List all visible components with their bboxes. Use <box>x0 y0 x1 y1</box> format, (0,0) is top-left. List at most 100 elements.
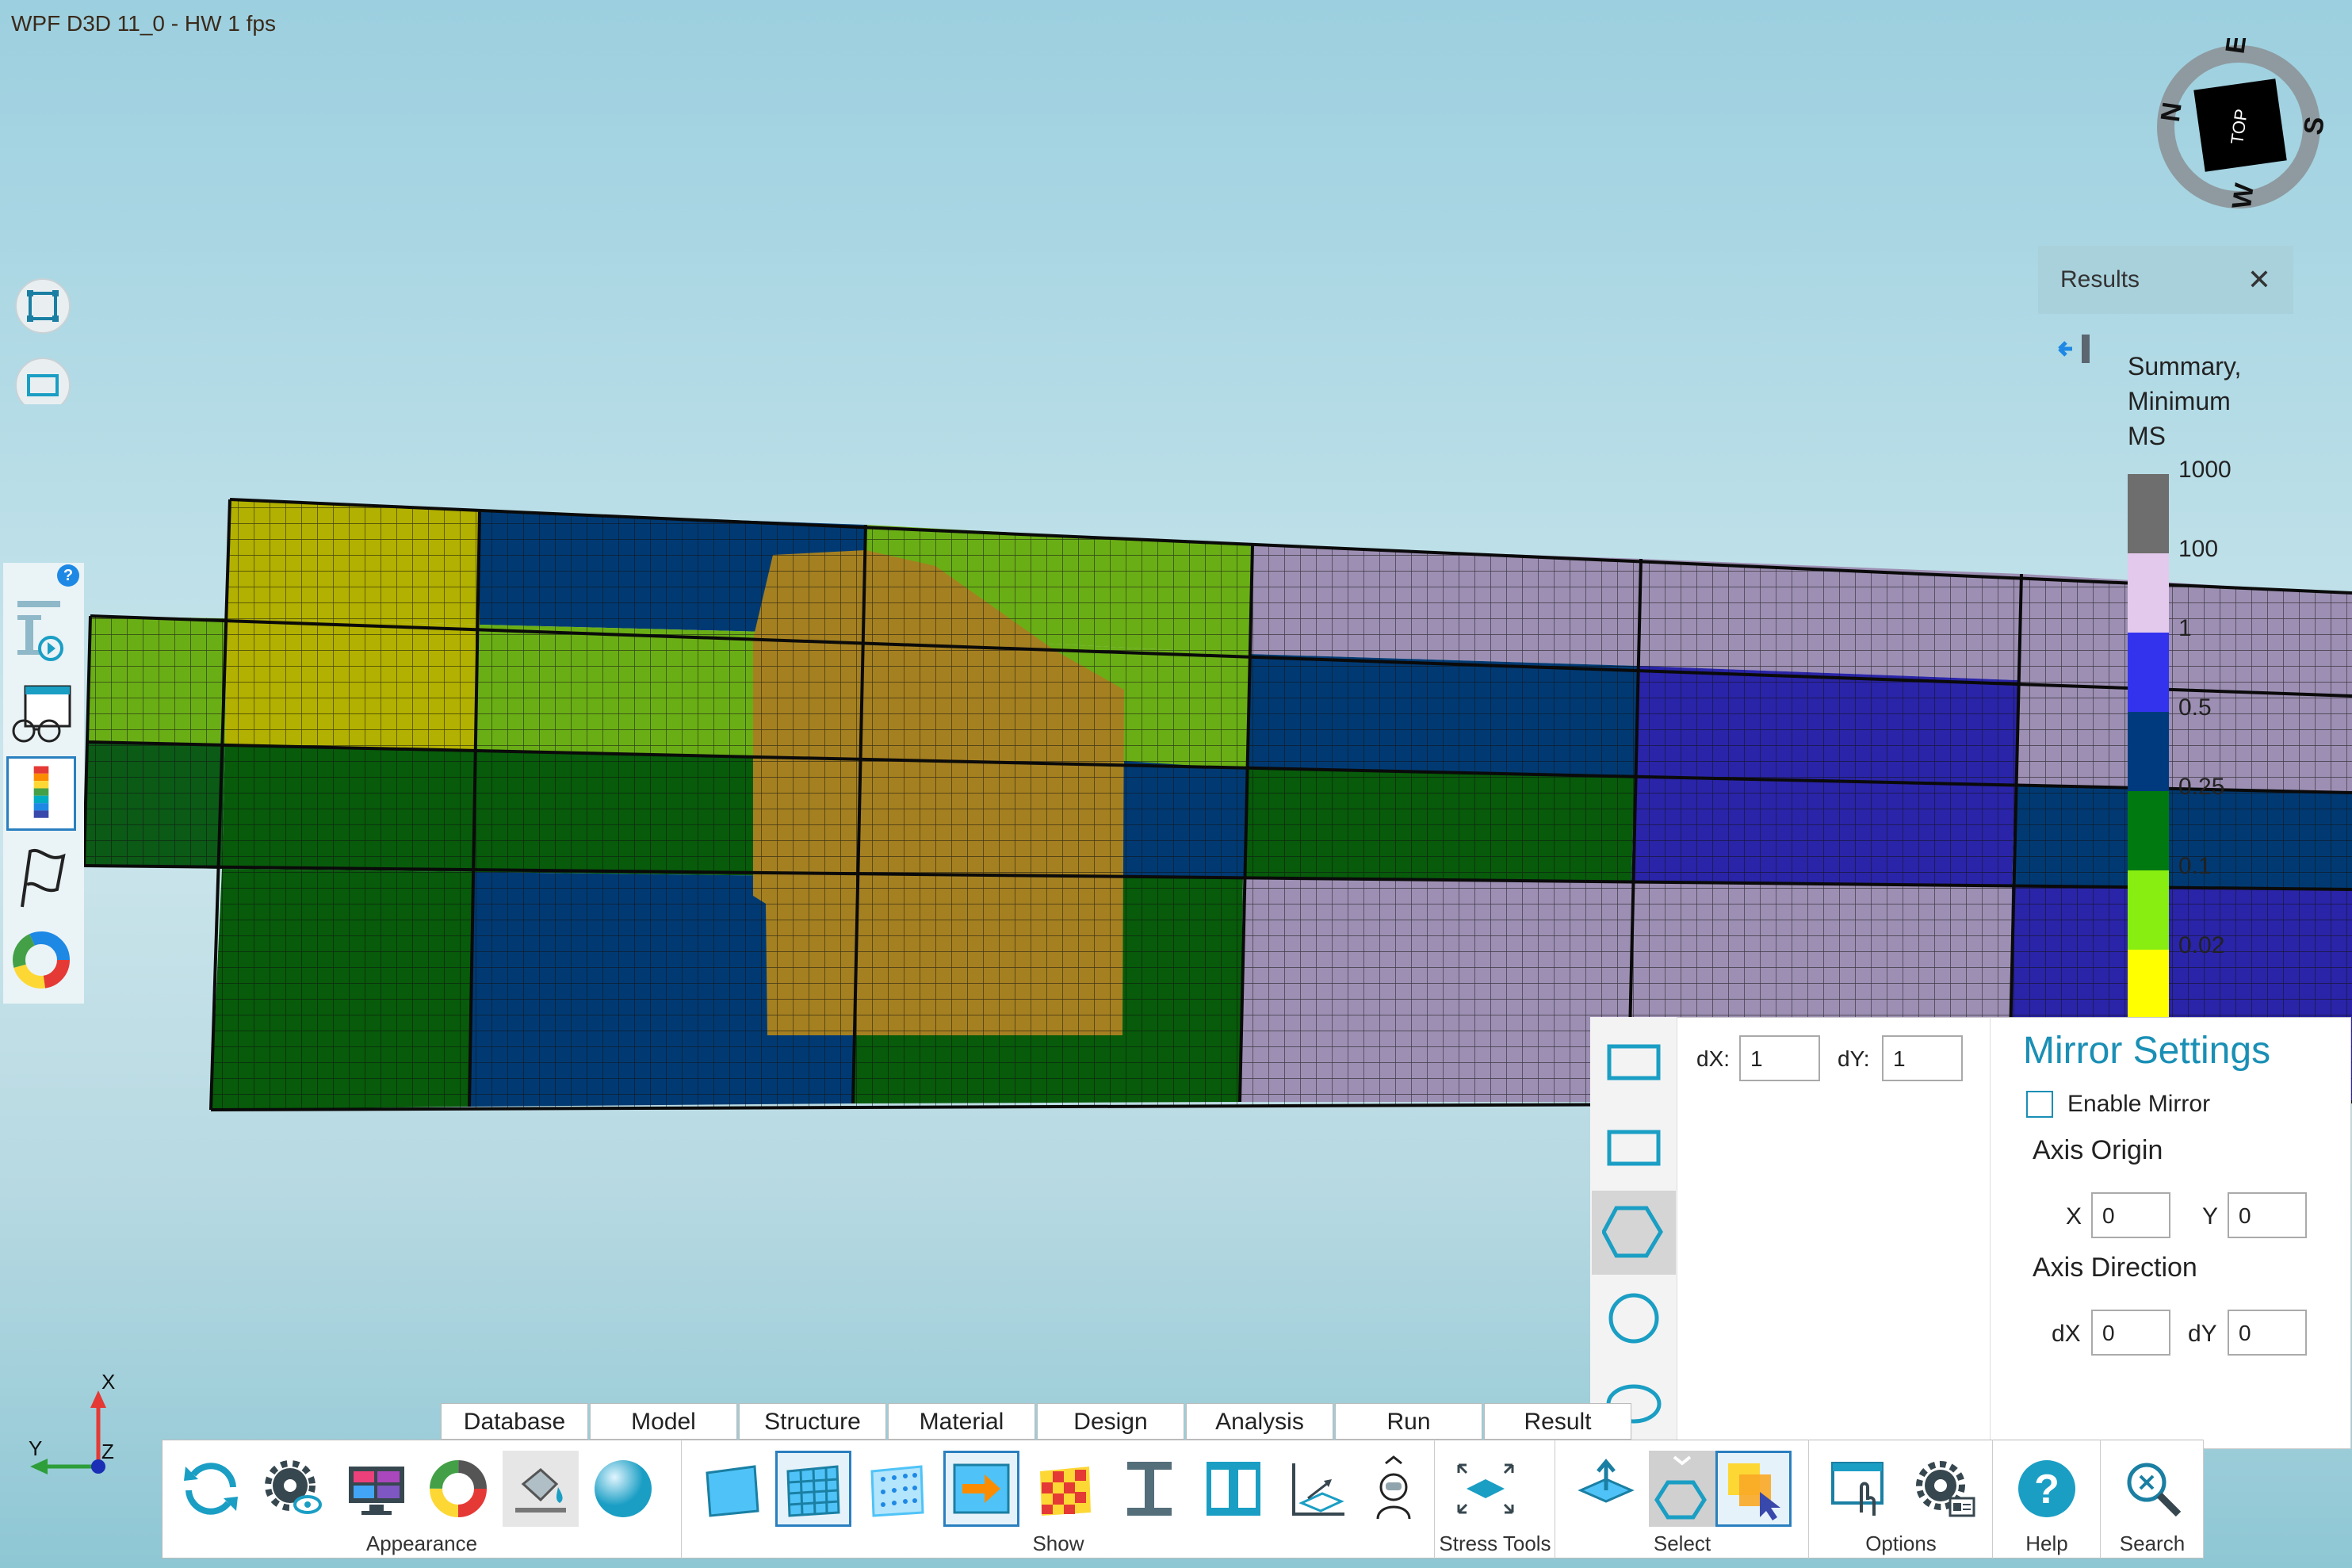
show-group-label: Show <box>1032 1532 1084 1555</box>
origin-x-input[interactable]: 0 <box>2091 1192 2170 1238</box>
legend-title-line: Summary, <box>2128 352 2242 381</box>
help-icon[interactable]: ? <box>57 564 79 587</box>
legend-title-line: MS <box>2128 422 2166 450</box>
close-icon[interactable]: ✕ <box>2247 263 2271 296</box>
results-panel-header: Results ✕ <box>2038 246 2293 314</box>
astronaut-icon[interactable] <box>1356 1451 1432 1527</box>
tab-structure[interactable]: Structure <box>739 1403 886 1440</box>
gear-view-icon[interactable] <box>255 1451 331 1527</box>
sphere-icon[interactable] <box>585 1451 661 1527</box>
hexagon-select-icon[interactable] <box>1592 1191 1676 1275</box>
window-touch-icon[interactable] <box>1822 1451 1898 1527</box>
hexagon-select-dropdown[interactable] <box>1649 1451 1715 1527</box>
direction-dy-label: dY <box>2188 1321 2217 1347</box>
view-glasses-icon[interactable] <box>6 675 76 750</box>
help-group-label: Help <box>2025 1532 2068 1555</box>
axis-direction-heading: Axis Direction <box>2033 1252 2197 1283</box>
legend-label: 0.1 <box>2178 853 2212 879</box>
paint-bucket-icon[interactable] <box>503 1451 579 1527</box>
mirror-settings-title: Mirror Settings <box>2023 1030 2271 1072</box>
monitor-icon[interactable] <box>338 1451 414 1527</box>
legend-segment <box>2128 553 2169 633</box>
stiffener-icon[interactable] <box>1195 1451 1272 1527</box>
select-panel-icon[interactable] <box>1568 1451 1644 1527</box>
search-icon[interactable] <box>2115 1451 2191 1527</box>
options-group-label: Options <box>1865 1532 1937 1555</box>
origin-y-label: Y <box>2202 1203 2219 1230</box>
legend-title: Summary, Minimum MS <box>2128 349 2270 453</box>
tab-model[interactable]: Model <box>590 1403 737 1440</box>
dy-input[interactable]: 1 <box>1882 1035 1963 1081</box>
panel-view-icon[interactable] <box>694 1451 771 1527</box>
direction-dx-input[interactable]: 0 <box>2091 1310 2170 1356</box>
direction-dx-label: dX <box>2052 1321 2081 1347</box>
axis-y-label: Y <box>29 1436 42 1460</box>
legend-segment <box>2128 870 2169 950</box>
axis-triad: X Y Z <box>29 1370 115 1474</box>
fit-view-icon[interactable] <box>15 278 71 334</box>
flag-icon[interactable] <box>6 839 76 913</box>
select-highlight-icon[interactable] <box>1715 1451 1792 1527</box>
navigation-compass[interactable]: TOP N E S W <box>2153 38 2326 212</box>
load-arrow-icon[interactable] <box>943 1451 1019 1527</box>
tab-result[interactable]: Result <box>1484 1403 1631 1440</box>
stress-tools-group-label: Stress Tools <box>1439 1532 1551 1555</box>
legend-segment <box>2128 712 2169 791</box>
compass-n: N <box>2155 101 2188 124</box>
svg-text:?: ? <box>2034 1467 2059 1513</box>
plot-icon[interactable] <box>1279 1451 1356 1527</box>
help-circle-icon[interactable]: ? <box>2009 1451 2085 1527</box>
search-group-label: Search <box>2119 1532 2186 1555</box>
legend-label: 100 <box>2178 536 2219 562</box>
donut-chart-icon[interactable] <box>6 923 76 997</box>
color-scale-icon[interactable] <box>6 756 76 831</box>
rectangle-select-icon[interactable] <box>1592 1021 1676 1105</box>
legend-label: 0.25 <box>2178 774 2225 800</box>
refresh-icon[interactable] <box>173 1451 249 1527</box>
direction-dy-input[interactable]: 0 <box>2228 1310 2307 1356</box>
panel-divider <box>1990 1017 1991 1449</box>
circle-select-icon[interactable] <box>1592 1276 1676 1360</box>
grid-panel-icon[interactable] <box>775 1451 851 1527</box>
dx-label: dX: <box>1696 1046 1731 1071</box>
legend-segment <box>2128 474 2169 553</box>
appearance-group-label: Appearance <box>365 1532 478 1555</box>
legend-segment <box>2128 791 2169 870</box>
window-title: WPF D3D 11_0 - HW 1 fps <box>11 11 277 36</box>
origin-y-input[interactable]: 0 <box>2228 1192 2307 1238</box>
tab-analysis[interactable]: Analysis <box>1186 1403 1333 1440</box>
legend-color-bar <box>2128 474 2169 1031</box>
beam-tool-icon[interactable] <box>6 593 76 667</box>
tab-design[interactable]: Design <box>1037 1403 1184 1440</box>
ribbon-tabs: Database Model Structure Material Design… <box>441 1403 1631 1440</box>
tab-database[interactable]: Database <box>441 1403 588 1440</box>
axis-z-label: Z <box>101 1440 114 1463</box>
legend-label: 0.02 <box>2178 932 2225 958</box>
rectangle-view-icon[interactable] <box>15 358 71 404</box>
legend-segment <box>2128 633 2169 712</box>
axis-x-label: X <box>101 1370 115 1394</box>
compass-w: W <box>2227 181 2260 211</box>
origin-x-label: X <box>2066 1203 2082 1230</box>
legend-title-line: Minimum <box>2128 387 2231 415</box>
collapse-left-icon[interactable] <box>2055 333 2093 365</box>
dx-input[interactable]: 1 <box>1739 1035 1820 1081</box>
legend-label: 1000 <box>2178 457 2232 483</box>
settings-gear-icon[interactable] <box>1906 1451 1982 1527</box>
stress-tools-icon[interactable] <box>1448 1451 1524 1527</box>
color-wheel-icon[interactable] <box>420 1451 496 1527</box>
enable-mirror-label: Enable Mirror <box>2067 1091 2211 1117</box>
select-group-label: Select <box>1653 1532 1711 1555</box>
rectangle-select-icon[interactable] <box>1592 1107 1676 1191</box>
view-tools <box>15 278 71 404</box>
tab-run[interactable]: Run <box>1335 1403 1482 1440</box>
legend-label: 1 <box>2178 615 2192 641</box>
checker-panel-icon[interactable] <box>1027 1451 1103 1527</box>
results-panel-title: Results <box>2060 266 2140 293</box>
enable-mirror-checkbox[interactable] <box>2026 1091 2053 1118</box>
dotted-panel-icon[interactable] <box>859 1451 935 1527</box>
tab-material[interactable]: Material <box>888 1403 1035 1440</box>
axis-origin-heading: Axis Origin <box>2033 1135 2163 1165</box>
legend-label: 0.5 <box>2178 694 2212 721</box>
i-beam-icon[interactable] <box>1111 1451 1187 1527</box>
